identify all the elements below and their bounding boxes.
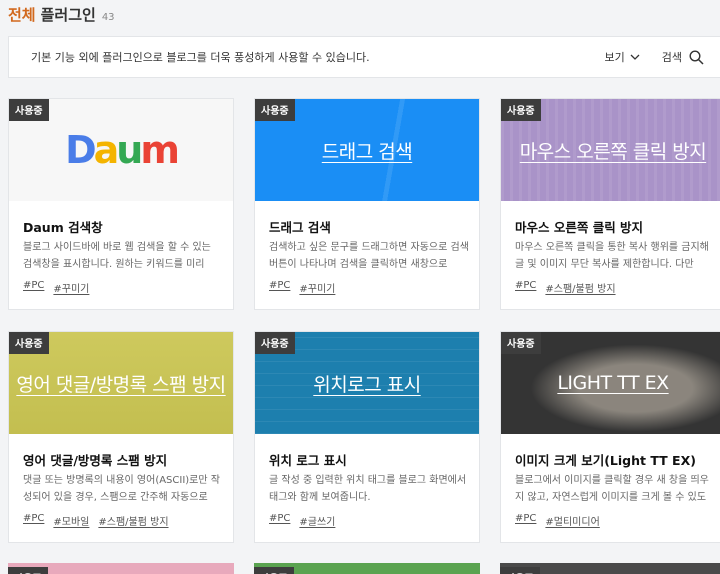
plugin-tag-link[interactable]: #PC: [269, 513, 290, 528]
plugin-name: Daum 검색창: [23, 220, 103, 235]
plugin-tag-link[interactable]: #PC: [23, 513, 44, 528]
plugin-description: 마우스 오른쪽 클릭을 통한 복사 행위를 금지해 글 및 이미지 무단 복사를…: [515, 242, 709, 270]
thumbnail-title: 영어 댓글/방명록 스팸 방지: [16, 373, 226, 396]
thumbnail-title: 드래그 검색: [321, 140, 413, 163]
plugin-card[interactable]: 사용중: [254, 563, 480, 574]
in-use-badge: 사용중: [9, 332, 49, 354]
plugin-name: 영어 댓글/방명록 스팸 방지: [23, 453, 168, 468]
in-use-badge: 사용중: [500, 567, 540, 574]
plugin-name: 이미지 크게 보기(Light TT EX): [515, 453, 696, 468]
in-use-badge: 사용중: [255, 332, 295, 354]
plugin-tags: #PC #꾸미기: [269, 280, 335, 295]
plugin-grid: Daum 사용중 Daum 검색창 블로그 사이드바에 바로 웹 검색을 할 수 있는…: [0, 0, 720, 574]
plugin-tags: #PC #모바일 #스팸/불펌 방지: [23, 513, 169, 528]
in-use-badge: 사용중: [254, 567, 294, 574]
in-use-badge: 사용중: [9, 99, 49, 121]
plugin-card[interactable]: 위치로그 표시 사용중위치 로그 표시글 작성 중 입력한 위치 태그를 블로그 …: [254, 331, 480, 543]
plugin-tags: #PC #멀티미디어: [515, 513, 600, 528]
in-use-badge: 사용중: [8, 567, 48, 574]
plugin-card[interactable]: 사용중: [8, 563, 234, 574]
plugin-tag-link[interactable]: #멀티미디어: [545, 513, 599, 528]
plugin-card[interactable]: 드래그 검색 사용중드래그 검색검색하고 싶은 문구를 드래그하면 자동으로 검색…: [254, 98, 480, 310]
plugin-tag-link[interactable]: #글쓰기: [299, 513, 335, 528]
plugin-tag-link[interactable]: #모바일: [53, 513, 89, 528]
plugin-tags: #PC #스팸/불펌 방지: [515, 280, 616, 295]
in-use-badge: 사용중: [255, 99, 295, 121]
plugin-card[interactable]: 사용중: [500, 563, 720, 574]
thumbnail-title: 위치로그 표시: [313, 373, 421, 396]
plugin-description: 블로그 사이드바에 바로 웹 검색을 할 수 있는 검색창을 표시합니다. 원하…: [23, 242, 211, 270]
plugin-description: 블로그에서 이미지를 클릭할 경우 새 창을 띄우지 않고, 자연스럽게 이미지…: [515, 475, 709, 503]
plugin-description: 댓글 또는 방명록의 내용이 영어(ASCII)로만 작성되어 있을 경우, 스…: [23, 475, 220, 503]
plugin-tag-link[interactable]: #꾸미기: [53, 280, 89, 295]
plugin-tag-link[interactable]: #PC: [269, 280, 290, 295]
plugin-name: 위치 로그 표시: [269, 453, 347, 468]
plugin-tags: #PC #글쓰기: [269, 513, 335, 528]
plugin-tag-link[interactable]: #스팸/불펌 방지: [98, 513, 168, 528]
plugin-card[interactable]: LIGHT TT EX 사용중이미지 크게 보기(Light TT EX) 블로그에…: [500, 331, 720, 543]
plugin-tag-link[interactable]: #PC: [515, 280, 536, 295]
plugin-card[interactable]: Daum 사용중 Daum 검색창 블로그 사이드바에 바로 웹 검색을 할 수 있는…: [8, 98, 234, 310]
plugin-description: 글 작성 중 입력한 위치 태그를 블로그 화면에서 태그와 함께 보여줍니다.: [269, 475, 467, 503]
plugin-card[interactable]: 영어 댓글/방명록 스팸 방지 사용중영어 댓글/방명록 스팸 방지댓글 또는 방…: [8, 331, 234, 543]
plugin-tag-link[interactable]: #스팸/불펌 방지: [545, 280, 615, 295]
plugin-tag-link[interactable]: #꾸미기: [299, 280, 335, 295]
plugin-description: 검색하고 싶은 문구를 드래그하면 자동으로 검색 버튼이 나타나며 검색을 클…: [269, 242, 469, 270]
thumbnail-title: 마우스 오른쪽 클릭 방지: [519, 140, 707, 163]
in-use-badge: 사용중: [501, 332, 541, 354]
plugin-card[interactable]: 마우스 오른쪽 클릭 방지 사용중마우스 오른쪽 클릭 방지마우스 오른쪽 클릭을…: [500, 98, 720, 310]
plugin-name: 드래그 검색: [269, 220, 331, 235]
plugin-name: 마우스 오른쪽 클릭 방지: [515, 220, 644, 235]
plugin-tag-link[interactable]: #PC: [515, 513, 536, 528]
in-use-badge: 사용중: [501, 99, 541, 121]
plugin-tags: #PC #꾸미기: [23, 280, 89, 295]
plugin-tag-link[interactable]: #PC: [23, 280, 44, 295]
thumbnail-title: LIGHT TT EX: [557, 372, 669, 394]
